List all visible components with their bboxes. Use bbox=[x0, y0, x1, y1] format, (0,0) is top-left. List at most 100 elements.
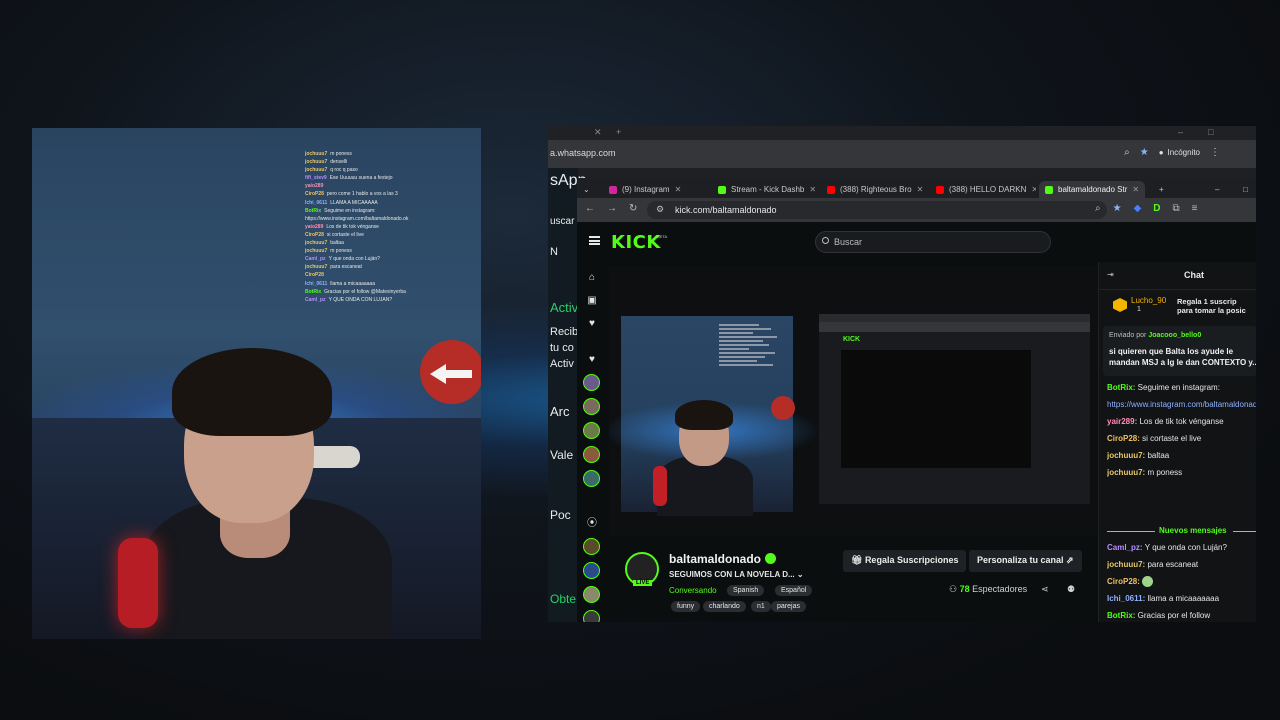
tab-close-icon[interactable]: ✕ bbox=[809, 185, 816, 194]
bookmark-star-icon[interactable]: ★ bbox=[1140, 147, 1149, 158]
overlay-chat-user: jochuuu7 bbox=[305, 167, 328, 174]
followed-channel-avatar[interactable] bbox=[583, 422, 600, 439]
chat-username[interactable]: jochuuu7: bbox=[1107, 560, 1147, 569]
tab-close-icon[interactable]: ✕ bbox=[675, 185, 682, 194]
video-player[interactable]: KICK bbox=[609, 266, 1098, 536]
minimize-icon[interactable]: – bbox=[1209, 181, 1225, 198]
whatsapp-page-sliver: sApp uscar N Activ Recib tu co Activ Arc Vale Poc… bbox=[548, 168, 586, 622]
followed-channel-avatar[interactable] bbox=[583, 470, 600, 487]
hamburger-menu-icon[interactable] bbox=[589, 236, 600, 245]
site-info-icon[interactable]: ⚙ bbox=[656, 204, 664, 215]
followed-channel-avatar[interactable] bbox=[583, 538, 600, 555]
browser-tab[interactable]: (388) HELLO DARKN ✕ bbox=[930, 181, 1036, 198]
channel-name[interactable]: baltamaldonado bbox=[669, 552, 761, 566]
browser-tab[interactable]: Stream - Kick Dashb ✕ bbox=[712, 181, 818, 198]
bookmark-star-icon[interactable]: ★ bbox=[1113, 203, 1122, 214]
new-tab-icon[interactable]: + bbox=[1153, 181, 1170, 198]
tag-n1[interactable]: n1 bbox=[751, 601, 771, 612]
tab-title: Stream - Kick Dashb bbox=[731, 185, 805, 194]
extension-icon-1[interactable]: ◆ bbox=[1134, 203, 1142, 214]
player-overlay-chat bbox=[719, 324, 781, 368]
search-input[interactable]: Buscar bbox=[815, 231, 1051, 253]
incognito-icon: ● bbox=[1158, 148, 1164, 157]
overlay-chat-line: yaio289 bbox=[305, 182, 475, 190]
tag-parejas[interactable]: parejas bbox=[771, 601, 806, 612]
stream-category[interactable]: Conversando bbox=[669, 586, 717, 595]
back-icon[interactable]: ← bbox=[585, 203, 595, 214]
zoom-icon[interactable]: ⌕ bbox=[1095, 203, 1101, 214]
search-placeholder: Buscar bbox=[834, 237, 863, 247]
customize-channel-button[interactable]: Personaliza tu canal ⇗ bbox=[969, 550, 1082, 572]
chat-message: yair289: Los de tik tok vénganse bbox=[1107, 416, 1256, 427]
tab-close-icon[interactable]: ✕ bbox=[1132, 185, 1139, 194]
pinned-meta: Enviado por Joacooo_bello0 bbox=[1109, 332, 1201, 339]
gift-subscriptions-button[interactable]: 🎁︎ Regala Suscripciones bbox=[843, 550, 967, 572]
new-tab-icon[interactable]: + bbox=[616, 127, 621, 137]
followed-channel-avatar[interactable] bbox=[583, 586, 600, 603]
chat-message: jochuuu7: baltaa bbox=[1107, 450, 1256, 461]
browse-icon[interactable]: ▣ bbox=[585, 295, 599, 306]
forward-icon[interactable]: → bbox=[607, 203, 617, 214]
followed-channel-avatar[interactable] bbox=[583, 398, 600, 415]
overlay-chat-line: yaio289 Los de tik tok vénganse bbox=[305, 223, 475, 231]
incognito-indicator[interactable]: ● Incógnito bbox=[1159, 148, 1200, 157]
chat-username[interactable]: BotRix: bbox=[1107, 611, 1138, 620]
tag-espanol[interactable]: Español bbox=[775, 585, 813, 596]
browser-tab[interactable]: (9) Instagram ✕ bbox=[603, 181, 709, 198]
extensions-puzzle-icon[interactable]: ⧉ bbox=[1173, 203, 1180, 214]
followed-channel-avatar[interactable] bbox=[583, 446, 600, 463]
follow-user-icon[interactable]: ⚉ bbox=[1067, 584, 1075, 595]
chat-username[interactable]: BotRix: bbox=[1107, 383, 1138, 392]
followed-channel-avatar[interactable] bbox=[583, 562, 600, 579]
minimize-icon[interactable]: – bbox=[1178, 127, 1183, 137]
tab-close-icon[interactable]: ✕ bbox=[1031, 185, 1036, 194]
top-gifter-name[interactable]: Lucho_90 bbox=[1131, 296, 1166, 305]
tag-spanish[interactable]: Spanish bbox=[727, 585, 765, 596]
pinned-user[interactable]: Joacooo_bello0 bbox=[1148, 332, 1201, 339]
whatsapp-text-fragment: Obte bbox=[550, 592, 577, 606]
chat-username[interactable]: yair289: bbox=[1107, 417, 1139, 426]
chat-username[interactable]: Caml_pz: bbox=[1107, 543, 1145, 552]
chat-username[interactable]: CiroP28: bbox=[1107, 577, 1142, 586]
overlay-chat-text: Y que onda con Luján? bbox=[328, 256, 380, 263]
tab-close-icon[interactable]: ✕ bbox=[594, 127, 602, 138]
chat-username[interactable]: jochuuu7: bbox=[1107, 468, 1147, 477]
browser-tab[interactable]: baltamaldonado Str ✕ bbox=[1039, 181, 1145, 198]
gift-icon: 🎁︎ bbox=[851, 555, 865, 565]
reload-icon[interactable]: ↻ bbox=[629, 203, 637, 214]
overlay-chat-user: CiroP28 bbox=[305, 272, 324, 279]
overlay-chat-user: yaio289 bbox=[305, 183, 324, 190]
whatsapp-text-fragment: N bbox=[550, 246, 558, 258]
expand-title-icon[interactable]: ⌄ bbox=[797, 570, 804, 579]
zoom-icon[interactable]: ⌕ bbox=[1124, 147, 1130, 158]
home-icon[interactable]: ⌂ bbox=[585, 272, 599, 283]
overlay-chat-line: jochuuu7 m poness bbox=[305, 247, 475, 255]
address-bar[interactable]: ⚙ kick.com/baltamaldonado bbox=[647, 201, 1107, 219]
maximize-icon[interactable]: □ bbox=[1208, 127, 1213, 137]
maximize-icon[interactable]: □ bbox=[1237, 181, 1254, 198]
stream-title: SEGUIMOS CON LA NOVELA D... ⌄ bbox=[669, 570, 804, 579]
followed-channel-avatar[interactable] bbox=[583, 374, 600, 391]
gift-sub-cta[interactable]: Regala 1 suscrip para tomar la posic bbox=[1177, 297, 1246, 315]
kick-logo[interactable]: KICK bbox=[611, 232, 661, 253]
background-url[interactable]: a.whatsapp.com bbox=[550, 148, 616, 158]
overlay-chat-user: jochuuu7 bbox=[305, 264, 328, 271]
chat-username[interactable]: Ichi_0611: bbox=[1107, 594, 1147, 603]
player-microphone bbox=[653, 466, 667, 506]
media-control-icon[interactable]: ≡ bbox=[1192, 203, 1198, 214]
followed-channel-avatar[interactable] bbox=[583, 610, 600, 622]
chat-username[interactable]: CiroP28: bbox=[1107, 434, 1142, 443]
tab-search-dropdown-icon[interactable]: ⌄ bbox=[579, 181, 597, 198]
chat-username[interactable]: jochuuu7: bbox=[1107, 451, 1147, 460]
following-heart-icon[interactable]: ♥ bbox=[585, 318, 599, 329]
share-icon[interactable]: ⋖ bbox=[1041, 584, 1049, 595]
overlay-chat-text: para escaneat bbox=[330, 264, 362, 271]
followed-channels-heart-icon: ♥ bbox=[589, 354, 595, 365]
tag-funny[interactable]: funny bbox=[671, 601, 701, 612]
player-preview-logo: KICK bbox=[843, 336, 861, 343]
menu-kebab-icon[interactable]: ⋮ bbox=[1210, 147, 1220, 158]
tag-charlando[interactable]: charlando bbox=[703, 601, 746, 612]
tab-close-icon[interactable]: ✕ bbox=[917, 185, 924, 194]
browser-tab[interactable]: (388) Righteous Bro ✕ bbox=[821, 181, 927, 198]
extension-icon-2[interactable]: D bbox=[1153, 203, 1160, 214]
